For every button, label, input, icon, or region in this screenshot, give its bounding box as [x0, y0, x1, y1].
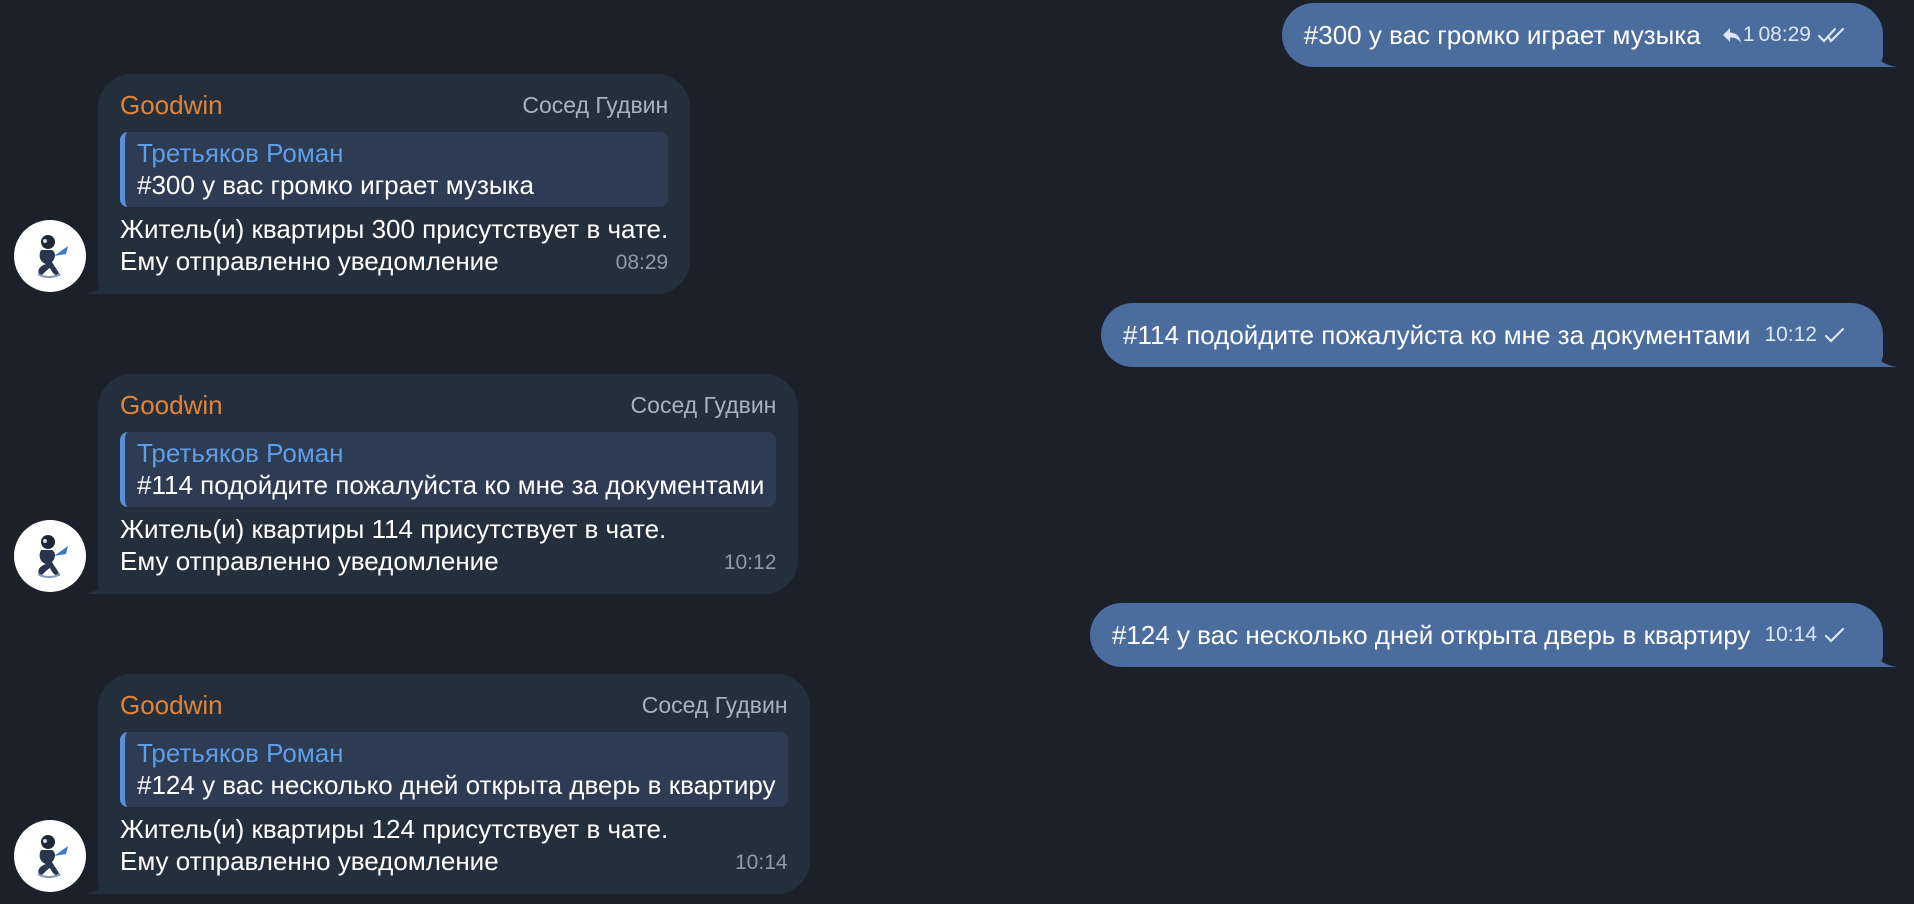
- outgoing-message[interactable]: #124 у вас несколько дней открыта дверь …: [1089, 603, 1897, 667]
- bot-avatar[interactable]: [14, 220, 86, 292]
- message-meta: 1 08:29: [1715, 23, 1847, 47]
- sender-name[interactable]: Goodwin: [120, 390, 223, 421]
- bubble-tail: [84, 272, 112, 294]
- reply-quote[interactable]: Третьяков Роман #114 подойдите пожалуйст…: [120, 432, 777, 507]
- message-time: 08:29: [615, 251, 669, 274]
- message-time: 08:29: [1758, 23, 1811, 46]
- message-time: 10:14: [1764, 623, 1817, 646]
- check-icon: [1824, 627, 1845, 643]
- message-meta: 10:12: [1764, 323, 1847, 347]
- incoming-message[interactable]: Goodwin Сосед Гудвин Третьяков Роман #11…: [84, 374, 799, 594]
- quote-text: #114 подойдите пожалуйста ко мне за доку…: [137, 470, 765, 500]
- chat-history[interactable]: #300 у вас громко играет музыка 1 08:29 …: [0, 0, 1914, 904]
- bubble-tail: [1869, 645, 1897, 667]
- bubble-tail: [84, 572, 112, 594]
- sender-badge: Сосед Гудвин: [630, 391, 777, 418]
- quote-author: Третьяков Роман: [137, 738, 344, 768]
- message-line: Житель(и) квартиры 114 присутствует в ча…: [120, 514, 667, 544]
- message-line: Ему отправленно уведомление: [120, 546, 499, 576]
- bubble-tail: [1869, 345, 1897, 367]
- message-line: Ему отправленно уведомление: [120, 246, 499, 276]
- check-icon: [1824, 327, 1845, 343]
- sender-name[interactable]: Goodwin: [120, 690, 223, 721]
- message-time: 10:12: [1764, 323, 1817, 346]
- double-check-icon: [1817, 27, 1845, 43]
- reply-icon[interactable]: [1721, 26, 1743, 44]
- bubble-tail: [84, 872, 112, 894]
- message-text: #114 подойдите пожалуйста ко мне за доку…: [1123, 319, 1751, 350]
- quote-author: Третьяков Роман: [137, 138, 344, 168]
- quote-author: Третьяков Роман: [137, 438, 344, 468]
- message-line: Ему отправленно уведомление: [120, 846, 499, 876]
- bot-icon: [37, 535, 68, 578]
- incoming-message[interactable]: Goodwin Сосед Гудвин Третьяков Роман #12…: [84, 674, 810, 894]
- bot-icon: [37, 235, 68, 278]
- message-meta: 10:14: [1764, 623, 1847, 647]
- message-line: Житель(и) квартиры 124 присутствует в ча…: [120, 814, 669, 844]
- sender-badge: Сосед Гудвин: [522, 91, 669, 118]
- reply-quote[interactable]: Третьяков Роман #124 у вас несколько дне…: [120, 732, 788, 807]
- incoming-message[interactable]: Goodwin Сосед Гудвин Третьяков Роман #30…: [84, 74, 691, 294]
- quote-text: #300 у вас громко играет музыка: [137, 170, 534, 200]
- message-time: 10:12: [723, 551, 777, 574]
- bot-avatar[interactable]: [14, 820, 86, 892]
- bubble-tail: [1869, 45, 1897, 67]
- outgoing-message[interactable]: #300 у вас громко играет музыка 1 08:29: [1281, 3, 1897, 67]
- reply-count: 1: [1742, 23, 1755, 46]
- sender-name[interactable]: Goodwin: [120, 90, 223, 121]
- message-line: Житель(и) квартиры 300 присутствует в ча…: [120, 214, 669, 244]
- message-text: #300 у вас громко играет музыка: [1303, 19, 1701, 50]
- reply-quote[interactable]: Третьяков Роман #300 у вас громко играет…: [120, 132, 669, 207]
- bot-avatar[interactable]: [14, 520, 86, 592]
- message-text: #124 у вас несколько дней открыта дверь …: [1111, 619, 1751, 650]
- sender-badge: Сосед Гудвин: [641, 691, 788, 718]
- message-time: 10:14: [735, 851, 788, 874]
- quote-text: #124 у вас несколько дней открыта дверь …: [137, 770, 776, 800]
- bot-icon: [37, 835, 68, 878]
- outgoing-message[interactable]: #114 подойдите пожалуйста ко мне за доку…: [1101, 303, 1897, 367]
